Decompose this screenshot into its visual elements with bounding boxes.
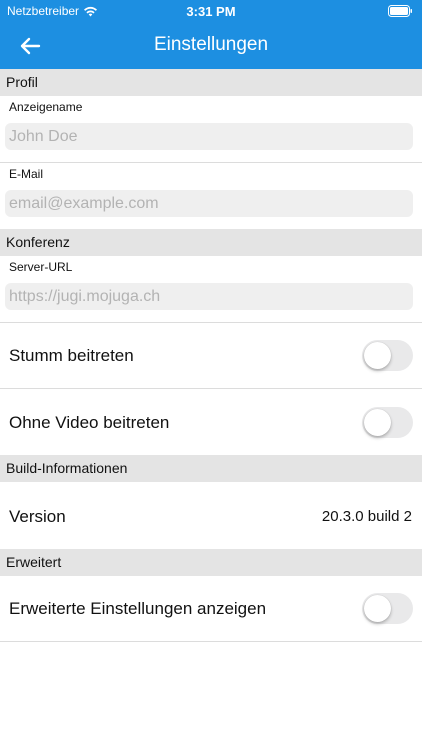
status-time: 3:31 PM [186, 4, 236, 19]
display-name-input[interactable] [5, 123, 413, 150]
version-value: 20.3.0 build 2 [321, 508, 412, 525]
section-header-profile: Profil [0, 69, 422, 96]
server-url-input[interactable] [5, 283, 413, 310]
show-advanced-toggle[interactable] [362, 593, 413, 624]
divider [0, 322, 422, 323]
status-bar: Netzbetreiber 3:31 PM [0, 0, 422, 22]
battery-icon [388, 5, 412, 17]
start-muted-toggle[interactable] [362, 340, 413, 371]
no-video-toggle[interactable] [362, 407, 413, 438]
no-video-label: Ohne Video beitreten [9, 413, 170, 432]
toggle-knob [364, 595, 391, 622]
display-name-label: Anzeigename [9, 100, 83, 114]
section-header-conference: Konferenz [0, 229, 422, 256]
email-label: E-Mail [9, 167, 44, 181]
section-header-build: Build-Informationen [0, 455, 422, 482]
navigation-bar: Einstellungen [0, 22, 422, 69]
start-muted-label: Stumm beitreten [9, 346, 134, 365]
divider [0, 388, 422, 389]
show-advanced-label: Erweiterte Einstellungen anzeigen [9, 599, 267, 618]
toggle-knob [364, 409, 391, 436]
divider [0, 162, 422, 163]
version-label: Version [9, 507, 66, 526]
divider [0, 641, 422, 642]
section-header-advanced: Erweitert [0, 549, 422, 576]
toggle-knob [364, 342, 391, 369]
page-title: Einstellungen [153, 34, 269, 55]
email-input[interactable] [5, 190, 413, 217]
server-url-label: Server-URL [9, 260, 73, 274]
